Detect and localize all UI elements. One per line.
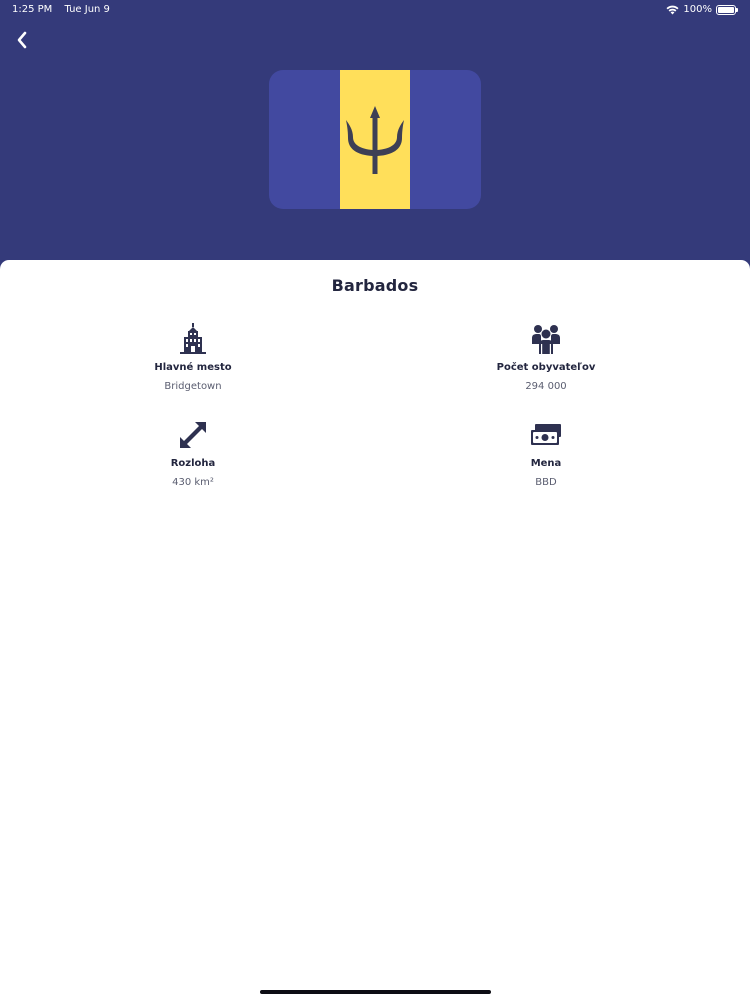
- home-indicator[interactable]: [260, 990, 491, 994]
- info-label-area: Rozloha: [170, 458, 216, 469]
- status-date: Tue Jun 9: [64, 4, 110, 15]
- back-button[interactable]: [8, 26, 36, 54]
- country-title: Barbados: [331, 276, 419, 295]
- info-value-population: 294 000: [525, 381, 567, 392]
- status-right: 100%: [666, 4, 738, 15]
- flag-band-right: [410, 70, 481, 209]
- country-flag: [269, 70, 481, 209]
- battery-percent: 100%: [683, 4, 712, 15]
- wifi-icon: [666, 5, 679, 14]
- info-value-currency: BBD: [535, 477, 557, 488]
- battery-icon: [716, 4, 738, 15]
- flag-band-left: [269, 70, 340, 209]
- info-item-capital: Hlavné mesto Bridgetown: [93, 322, 293, 392]
- info-label-currency: Mena: [530, 458, 562, 469]
- diagonal-arrows-icon: [180, 422, 206, 448]
- barbados-flag: [269, 70, 481, 209]
- detail-sheet: Barbados Hlavné mesto Bridgetown Počet o…: [0, 260, 750, 1000]
- info-value-area: 430 km²: [172, 477, 214, 488]
- status-time: 1:25 PM: [12, 4, 53, 15]
- status-left: 1:25 PM Tue Jun 9: [12, 4, 110, 15]
- info-value-capital: Bridgetown: [164, 381, 222, 392]
- chevron-left-icon: [17, 31, 27, 49]
- money-icon: [531, 424, 561, 445]
- info-item-area: Rozloha 430 km²: [93, 418, 293, 488]
- info-item-currency: Mena BBD: [446, 418, 646, 488]
- info-item-population: Počet obyvateľov 294 000: [446, 322, 646, 392]
- building-icon: [180, 323, 206, 354]
- info-label-population: Počet obyvateľov: [496, 362, 596, 373]
- battery-fill: [718, 6, 734, 13]
- info-label-capital: Hlavné mesto: [154, 362, 232, 373]
- people-icon: [532, 325, 560, 354]
- status-bar: 1:25 PM Tue Jun 9 100%: [0, 0, 750, 20]
